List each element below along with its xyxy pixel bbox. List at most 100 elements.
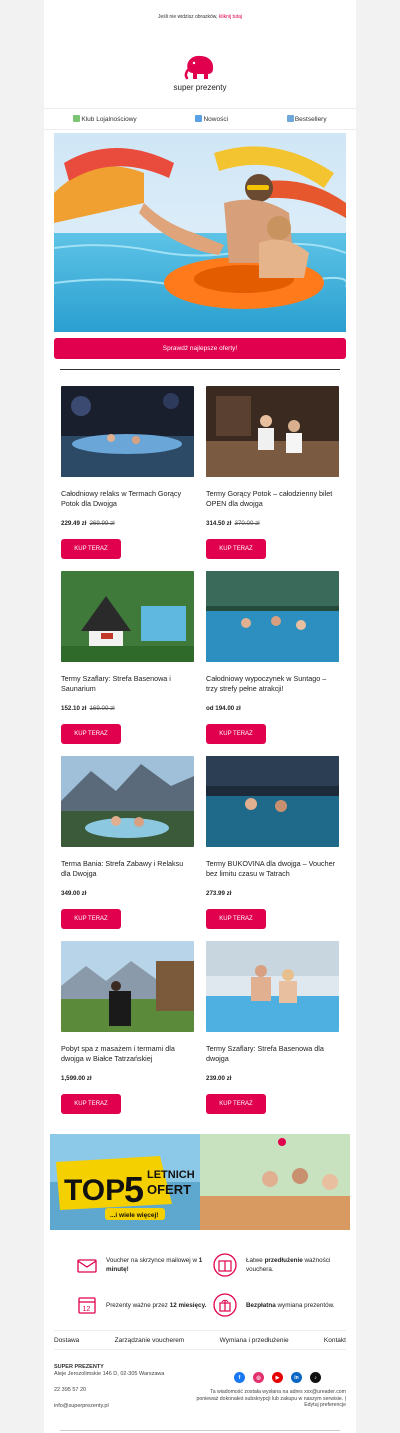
product-image[interactable] [61,386,194,477]
product-title[interactable]: Termy Szaflary: Strefa Basenowa dla dwoj… [206,1044,339,1066]
old-price: 370.00 zł [234,520,260,527]
banner-sub: ...i wiele więcej! [110,1212,158,1219]
subscription-notice: Ta wiadomość została wysłana na adres xx… [196,1389,346,1408]
view-online-link[interactable]: kliknij tutaj [219,14,242,20]
company-info: SUPER PREZENTY Aleje Jerozolimskie 146 D… [54,1364,164,1410]
benefit-bold: 12 miesięcy. [169,1301,207,1309]
benefit-bold: przedłużenie [264,1257,303,1264]
buy-now-button[interactable]: KUP TERAZ [206,1094,266,1114]
buy-now-button[interactable]: KUP TERAZ [206,724,266,744]
edit-preferences-link[interactable]: Edytuj preferencje [304,1402,346,1408]
product-image[interactable] [61,571,194,662]
top-navigation: Klub Lojalnościowy Nowości Bestsellery [44,108,356,130]
product-image[interactable] [206,386,339,477]
calendar-12-icon: 12 [78,1297,96,1314]
logo[interactable]: super prezenty [44,52,356,92]
banner-line1: LETNICH [147,1169,195,1181]
product-card[interactable]: Termy Szaflary: Strefa Basenowa i Saunar… [61,571,194,744]
product-card[interactable]: Termy Szaflary: Strefa Basenowa dla dwoj… [206,941,339,1114]
product-card[interactable]: Termy Gorący Potok – całodzienny bilet O… [206,386,339,559]
buy-now-button[interactable]: KUP TERAZ [61,539,121,559]
email-container: Jeśli nie widzisz obrazków, kliknij tuta… [44,0,356,1433]
current-price: 273.99 zł [206,890,232,897]
footer-links: Dostawa Zarządzanie voucherem Wymiana i … [54,1330,346,1350]
instagram-icon[interactable]: ◎ [253,1372,264,1383]
gift-exchange-icon [213,1293,237,1317]
nav-label: Bestsellery [294,116,327,123]
product-image[interactable] [61,941,194,1032]
elephant-logo-icon [184,55,214,80]
current-price: 349.00 zł [61,890,87,897]
hero-image[interactable] [54,133,346,332]
old-price: 269.99 zł [89,520,115,527]
product-title[interactable]: Całodniowy wypoczynek w Suntago – trzy s… [206,674,339,696]
product-title[interactable]: Termy Gorący Potok – całodzienny bilet O… [206,489,339,511]
product-card[interactable]: Całodniowy relaks w Termach Gorący Potok… [61,386,194,559]
product-title[interactable]: Całodniowy relaks w Termach Gorący Potok… [61,489,194,511]
product-title[interactable]: Termy BUKOVINA dla dwojga – Voucher bez … [206,859,339,881]
buy-now-button[interactable]: KUP TERAZ [206,539,266,559]
product-title[interactable]: Pobyt spa z masażem i termami dla dwojga… [61,1044,194,1066]
current-price: 239.00 zł [206,1075,232,1082]
product-image[interactable] [206,941,339,1032]
preheader-text: Jeśli nie widzisz obrazków, [158,14,219,20]
current-price: 1,599.00 zł [61,1075,92,1082]
logo-text: super prezenty [173,83,227,92]
tiktok-icon[interactable]: ♪ [310,1372,321,1383]
youtube-icon[interactable]: ▶ [272,1372,283,1383]
product-price: 314.50 zł 370.00 zł [206,520,260,527]
product-price: 349.00 zł [61,890,86,897]
footer-link-contact[interactable]: Kontakt [324,1337,346,1344]
product-image[interactable] [61,756,194,847]
old-price: 169.00 zł [89,705,115,712]
banner-line2: OFERT [147,1182,191,1197]
footer-link-exchange[interactable]: Wymiana i przedłużenie [220,1337,289,1344]
social-links: f ◎ ▶ in ♪ [234,1372,321,1383]
banner-top: TOP [64,1174,125,1207]
footer-link-voucher-management[interactable]: Zarządzanie voucherem [115,1337,185,1344]
calendar-gift-icon [213,1253,237,1277]
product-title[interactable]: Terma Bania: Strefa Zabawy i Relaksu dla… [61,859,194,881]
product-price: 239.00 zł [206,1075,231,1082]
top5-summer-offers-banner[interactable]: TOP 5 LETNICH OFERT ...i wiele więcej! [50,1134,350,1230]
benefit-bold: Bezpłatna [246,1301,276,1309]
nav-item-new[interactable]: Nowości [195,115,228,123]
company-phone[interactable]: 22 395 57 20 [54,1387,164,1394]
product-card[interactable]: Termy BUKOVINA dla dwojga – Voucher bez … [206,756,339,929]
notice-text: Ta wiadomość została wysłana na adres xx… [196,1389,346,1402]
company-name: SUPER PREZENTY [54,1364,104,1370]
product-card[interactable]: Pobyt spa z masażem i termami dla dwojga… [61,941,194,1114]
buy-now-button[interactable]: KUP TERAZ [61,1094,121,1114]
facebook-icon[interactable]: f [234,1372,245,1383]
company-address: Aleje Jerozolimskie 146 D, 02-305 Warsza… [54,1371,165,1377]
current-price: 229.49 zł [61,520,87,527]
nav-item-loyalty[interactable]: Klub Lojalnościowy [73,115,137,123]
benefit-item: Łatwe przedłużenie ważności vouchera. [212,1249,352,1281]
sparkle-icon [73,115,81,122]
envelope-icon [77,1259,97,1273]
linkedin-icon[interactable]: in [291,1372,302,1383]
company-email[interactable]: info@superprezenty.pl [54,1403,164,1410]
product-card[interactable]: Całodniowy wypoczynek w Suntago – trzy s… [206,571,339,744]
top-icon [286,115,294,122]
preheader: Jeśli nie widzisz obrazków, kliknij tuta… [44,14,356,20]
buy-now-button[interactable]: KUP TERAZ [61,724,121,744]
product-price: od 194.00 zł [206,705,241,712]
new-icon [195,115,203,122]
nav-item-bestsellers[interactable]: Bestsellery [286,115,327,123]
nav-label: Klub Lojalnościowy [81,116,137,123]
product-image[interactable] [206,571,339,662]
footer-link-delivery[interactable]: Dostawa [54,1337,79,1344]
product-image[interactable] [206,756,339,847]
product-title[interactable]: Termy Szaflary: Strefa Basenowa i Saunar… [61,674,194,696]
benefit-text: Łatwe [246,1257,265,1264]
buy-now-button[interactable]: KUP TERAZ [61,909,121,929]
best-offers-button[interactable]: Sprawdź najlepsze oferty! [54,338,346,359]
current-price: 152.10 zł [61,705,87,712]
product-price: 1,599.00 zł [61,1075,92,1082]
divider [60,369,340,370]
benefit-text: Voucher na skrzynce mailowej w [106,1257,199,1264]
product-card[interactable]: Terma Bania: Strefa Zabawy i Relaksu dla… [61,756,194,929]
buy-now-button[interactable]: KUP TERAZ [206,909,266,929]
banner-five: 5 [124,1169,144,1210]
